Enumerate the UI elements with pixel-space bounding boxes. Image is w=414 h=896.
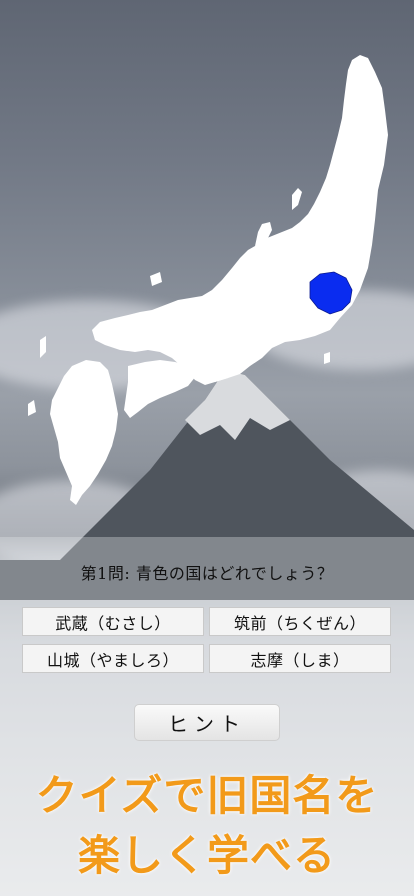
japan-map xyxy=(28,55,388,505)
promo-line-2: 楽しく学べる xyxy=(77,831,336,880)
choice-button-2[interactable]: 筑前（ちくぜん） xyxy=(209,607,391,636)
choice-button-4[interactable]: 志摩（しま） xyxy=(209,644,391,673)
choice-button-3[interactable]: 山城（やましろ） xyxy=(22,644,204,673)
oki-islands-shape xyxy=(150,272,162,286)
honshu-shape xyxy=(92,55,388,385)
kyushu-shape xyxy=(50,360,118,505)
goto-islands-shape xyxy=(28,400,36,416)
izu-island-shape xyxy=(324,352,330,364)
promo-line-1: クイズで旧国名を xyxy=(35,771,379,820)
tsushima-island-shape xyxy=(40,336,46,358)
sado-island-shape xyxy=(292,188,302,210)
question-text: 第1問: 青色の国はどれでしょう？ xyxy=(80,564,334,583)
app-screen: 第1問: 青色の国はどれでしょう？ 武蔵（むさし） 筑前（ちくぜん） 山城（やま… xyxy=(0,0,414,896)
hint-button[interactable]: ヒント xyxy=(134,704,280,741)
shikoku-shape xyxy=(124,360,196,418)
choice-button-1[interactable]: 武蔵（むさし） xyxy=(22,607,204,636)
